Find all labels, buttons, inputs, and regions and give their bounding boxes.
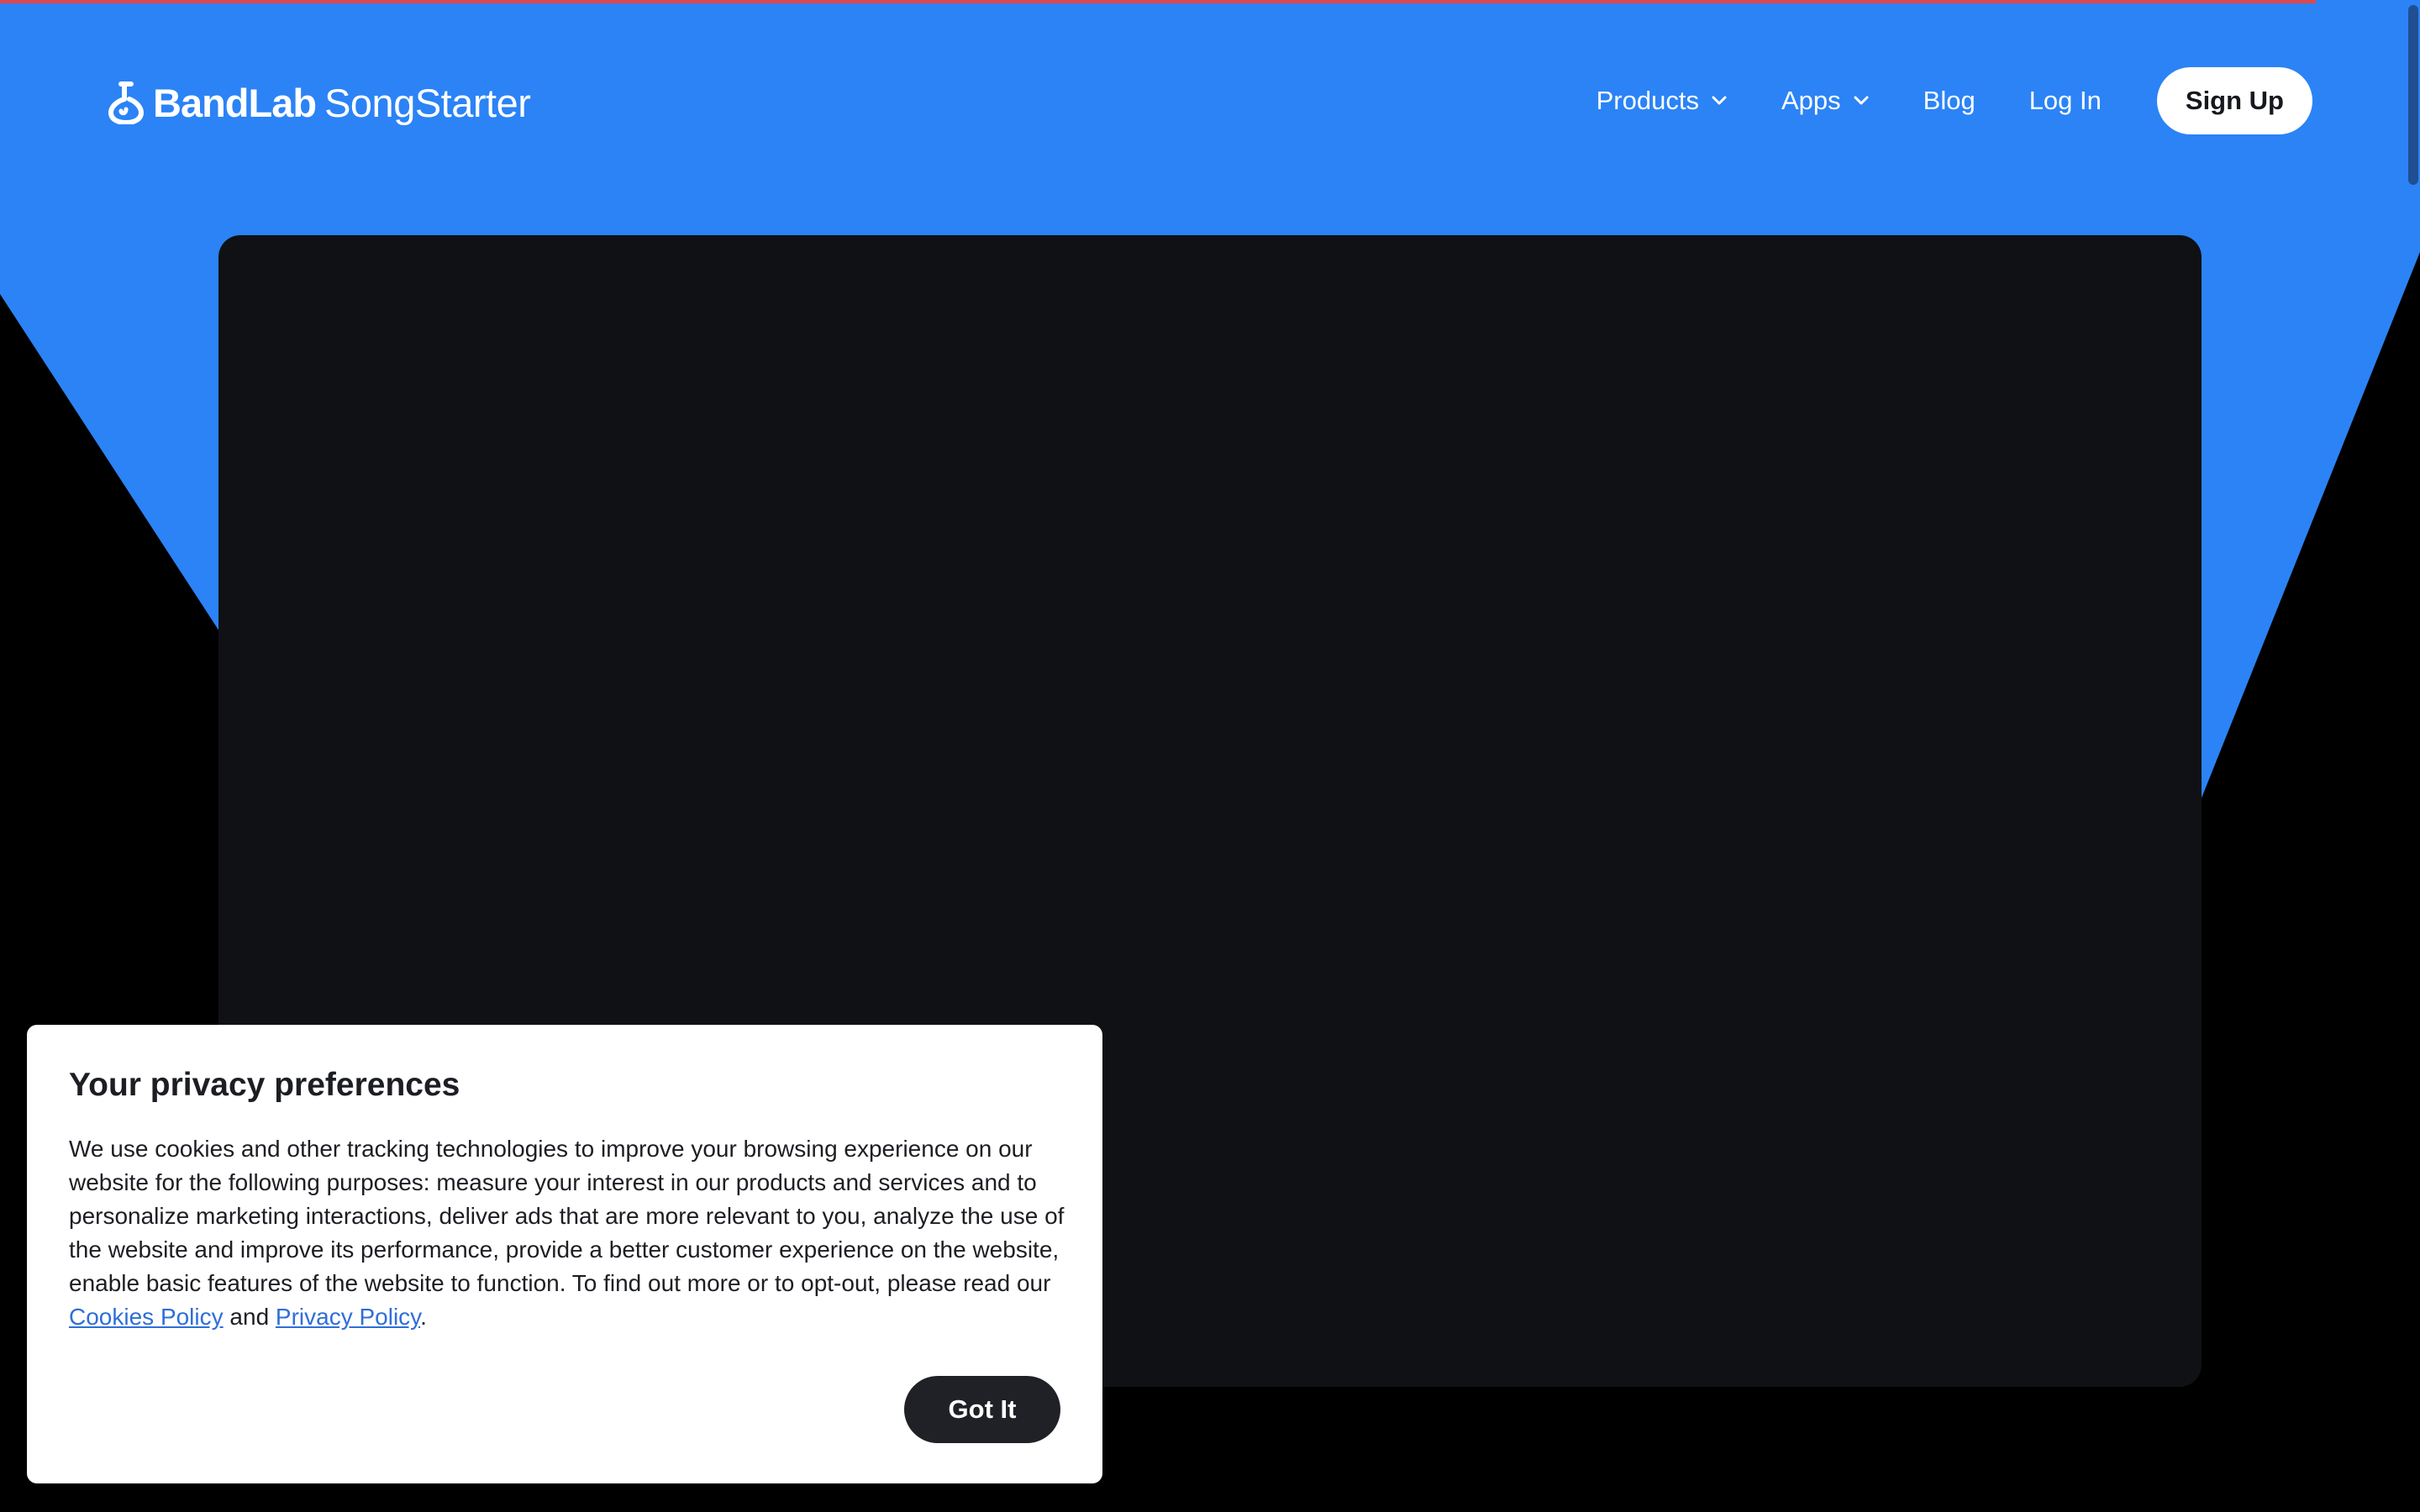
logo-product-text: SongStarter xyxy=(324,80,531,125)
nav-blog-link[interactable]: Blog xyxy=(1923,86,1975,116)
scrollbar-thumb[interactable] xyxy=(2408,5,2418,185)
got-it-button[interactable]: Got It xyxy=(904,1376,1060,1443)
cookie-body-text: We use cookies and other tracking techno… xyxy=(69,1136,1065,1296)
nav-apps-dropdown[interactable]: Apps xyxy=(1781,86,1870,116)
bandlab-logo-icon xyxy=(108,81,144,124)
logo-link[interactable]: BandLab SongStarter xyxy=(106,77,531,128)
scrollbar[interactable] xyxy=(2405,0,2420,1512)
cookie-dialog-text: We use cookies and other tracking techno… xyxy=(69,1132,1069,1334)
cookies-policy-link[interactable]: Cookies Policy xyxy=(69,1304,224,1330)
site-header: BandLab SongStarter Products Apps Blog L… xyxy=(0,0,2420,202)
nav-login-link[interactable]: Log In xyxy=(2029,86,2102,116)
cookie-consent-dialog: Your privacy preferences We use cookies … xyxy=(27,1025,1102,1483)
cookie-dialog-title: Your privacy preferences xyxy=(69,1067,460,1103)
privacy-policy-link[interactable]: Privacy Policy xyxy=(276,1304,420,1330)
sign-up-button[interactable]: Sign Up xyxy=(2156,67,2312,134)
nav-products-dropdown[interactable]: Products xyxy=(1597,86,1728,116)
nav-products-label: Products xyxy=(1596,86,1699,115)
chevron-down-icon xyxy=(1712,96,1727,105)
main-nav: Products Apps Blog Log In Sign Up xyxy=(1597,67,2312,134)
nav-apps-label: Apps xyxy=(1781,86,1841,115)
page: BandLab SongStarter Products Apps Blog L… xyxy=(0,0,2420,1512)
logo-brand-text: BandLab xyxy=(153,80,317,125)
cookie-end-text: . xyxy=(420,1304,427,1330)
chevron-down-icon xyxy=(1854,96,1869,105)
cookie-and-text: and xyxy=(223,1304,276,1330)
